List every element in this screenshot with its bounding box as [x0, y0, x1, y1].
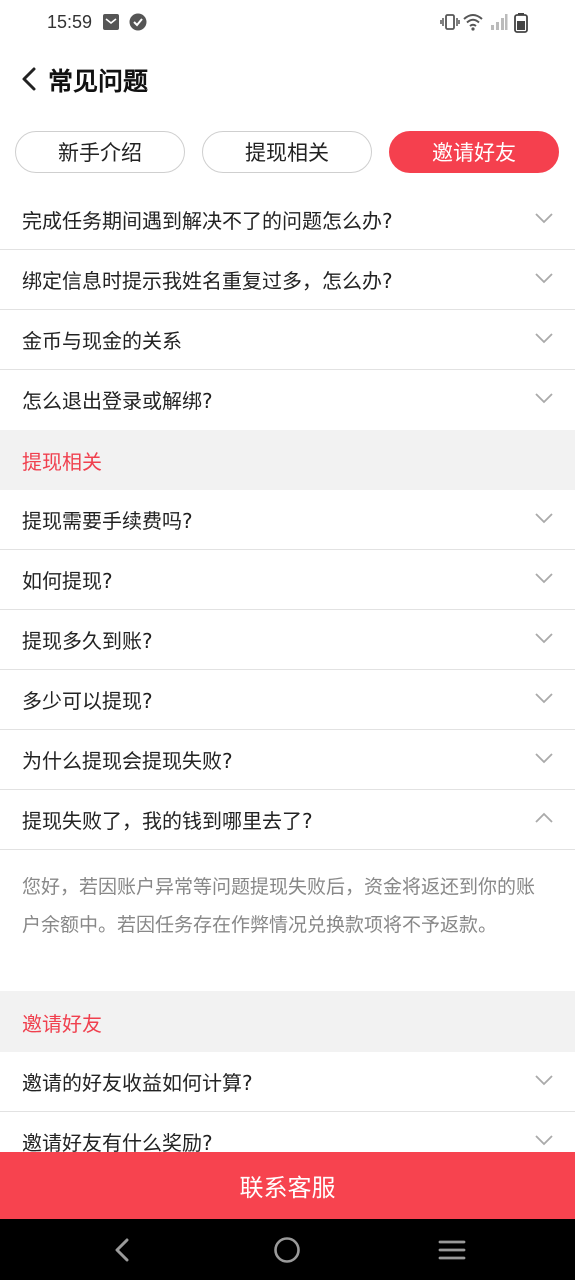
faq-question: 邀请好友有什么奖励? [22, 1131, 213, 1152]
faq-question: 完成任务期间遇到解决不了的问题怎么办? [22, 209, 393, 233]
faq-question: 邀请的好友收益如何计算? [22, 1071, 253, 1095]
chevron-down-icon [535, 573, 553, 584]
contact-support-button[interactable]: 联系客服 [0, 1152, 575, 1219]
status-bar: 15:59 [0, 0, 575, 48]
faq-item[interactable]: 邀请的好友收益如何计算? [0, 1052, 575, 1112]
chevron-down-icon [535, 273, 553, 284]
faq-question: 绑定信息时提示我姓名重复过多，怎么办? [22, 269, 393, 293]
faq-question: 多少可以提现? [22, 689, 153, 713]
back-arrow-icon[interactable] [14, 62, 48, 96]
wifi-icon [463, 14, 483, 31]
faq-item[interactable]: 邀请好友有什么奖励? [0, 1112, 575, 1152]
faq-item-expanded[interactable]: 提现失败了，我的钱到哪里去了? [0, 790, 575, 850]
faq-item[interactable]: 完成任务期间遇到解决不了的问题怎么办? [0, 190, 575, 250]
faq-item[interactable]: 金币与现金的关系 [0, 310, 575, 370]
nav-menu-icon[interactable] [438, 1238, 466, 1262]
faq-item[interactable]: 绑定信息时提示我姓名重复过多，怎么办? [0, 250, 575, 310]
chevron-down-icon [535, 333, 553, 344]
faq-question: 怎么退出登录或解绑? [22, 389, 213, 413]
faq-item[interactable]: 为什么提现会提现失败? [0, 730, 575, 790]
check-badge-icon [129, 13, 147, 31]
faq-item[interactable]: 提现需要手续费吗? [0, 490, 575, 550]
tab-newbie-intro[interactable]: 新手介绍 [15, 131, 185, 173]
system-nav-bar [0, 1219, 575, 1280]
chevron-down-icon [535, 693, 553, 704]
faq-question: 为什么提现会提现失败? [22, 749, 233, 773]
category-tabs: 新手介绍 提现相关 邀请好友 [0, 112, 575, 190]
battery-icon [514, 13, 528, 33]
faq-item[interactable]: 多少可以提现? [0, 670, 575, 730]
vibrate-icon [440, 14, 460, 30]
status-time: 15:59 [47, 12, 93, 32]
chevron-down-icon [535, 513, 553, 524]
chevron-down-icon [535, 633, 553, 644]
tab-invite-friends[interactable]: 邀请好友 [389, 131, 559, 173]
chevron-down-icon [535, 1075, 553, 1086]
chevron-up-icon [535, 812, 553, 823]
faq-item[interactable]: 提现多久到账? [0, 610, 575, 670]
signal-icon [491, 14, 508, 30]
faq-list[interactable]: 完成任务期间遇到解决不了的问题怎么办? 绑定信息时提示我姓名重复过多，怎么办? … [0, 190, 575, 1152]
section-title: 邀请好友 [22, 1012, 102, 1036]
nav-back-icon[interactable] [110, 1237, 134, 1263]
faq-item[interactable]: 怎么退出登录或解绑? [0, 370, 575, 430]
message-icon [103, 14, 119, 30]
page-title: 常见问题 [48, 67, 149, 96]
faq-answer: 您好，若因账户异常等问题提现失败后，资金将返还到你的账户余额中。若因任务存在作弊… [0, 850, 575, 992]
chevron-down-icon [535, 1135, 553, 1146]
header: 常见问题 [0, 48, 575, 112]
chevron-down-icon [535, 753, 553, 764]
faq-question: 金币与现金的关系 [22, 329, 182, 353]
nav-home-icon[interactable] [273, 1236, 301, 1264]
faq-question: 提现多久到账? [22, 629, 153, 653]
chevron-down-icon [535, 393, 553, 404]
faq-question: 提现需要手续费吗? [22, 509, 193, 533]
faq-question: 如何提现? [22, 569, 113, 593]
faq-item[interactable]: 如何提现? [0, 550, 575, 610]
section-header-invite: 邀请好友 [0, 992, 575, 1052]
section-title: 提现相关 [22, 450, 102, 474]
chevron-down-icon [535, 213, 553, 224]
section-header-withdraw: 提现相关 [0, 430, 575, 490]
faq-question: 提现失败了，我的钱到哪里去了? [22, 809, 313, 833]
tab-withdraw[interactable]: 提现相关 [202, 131, 372, 173]
